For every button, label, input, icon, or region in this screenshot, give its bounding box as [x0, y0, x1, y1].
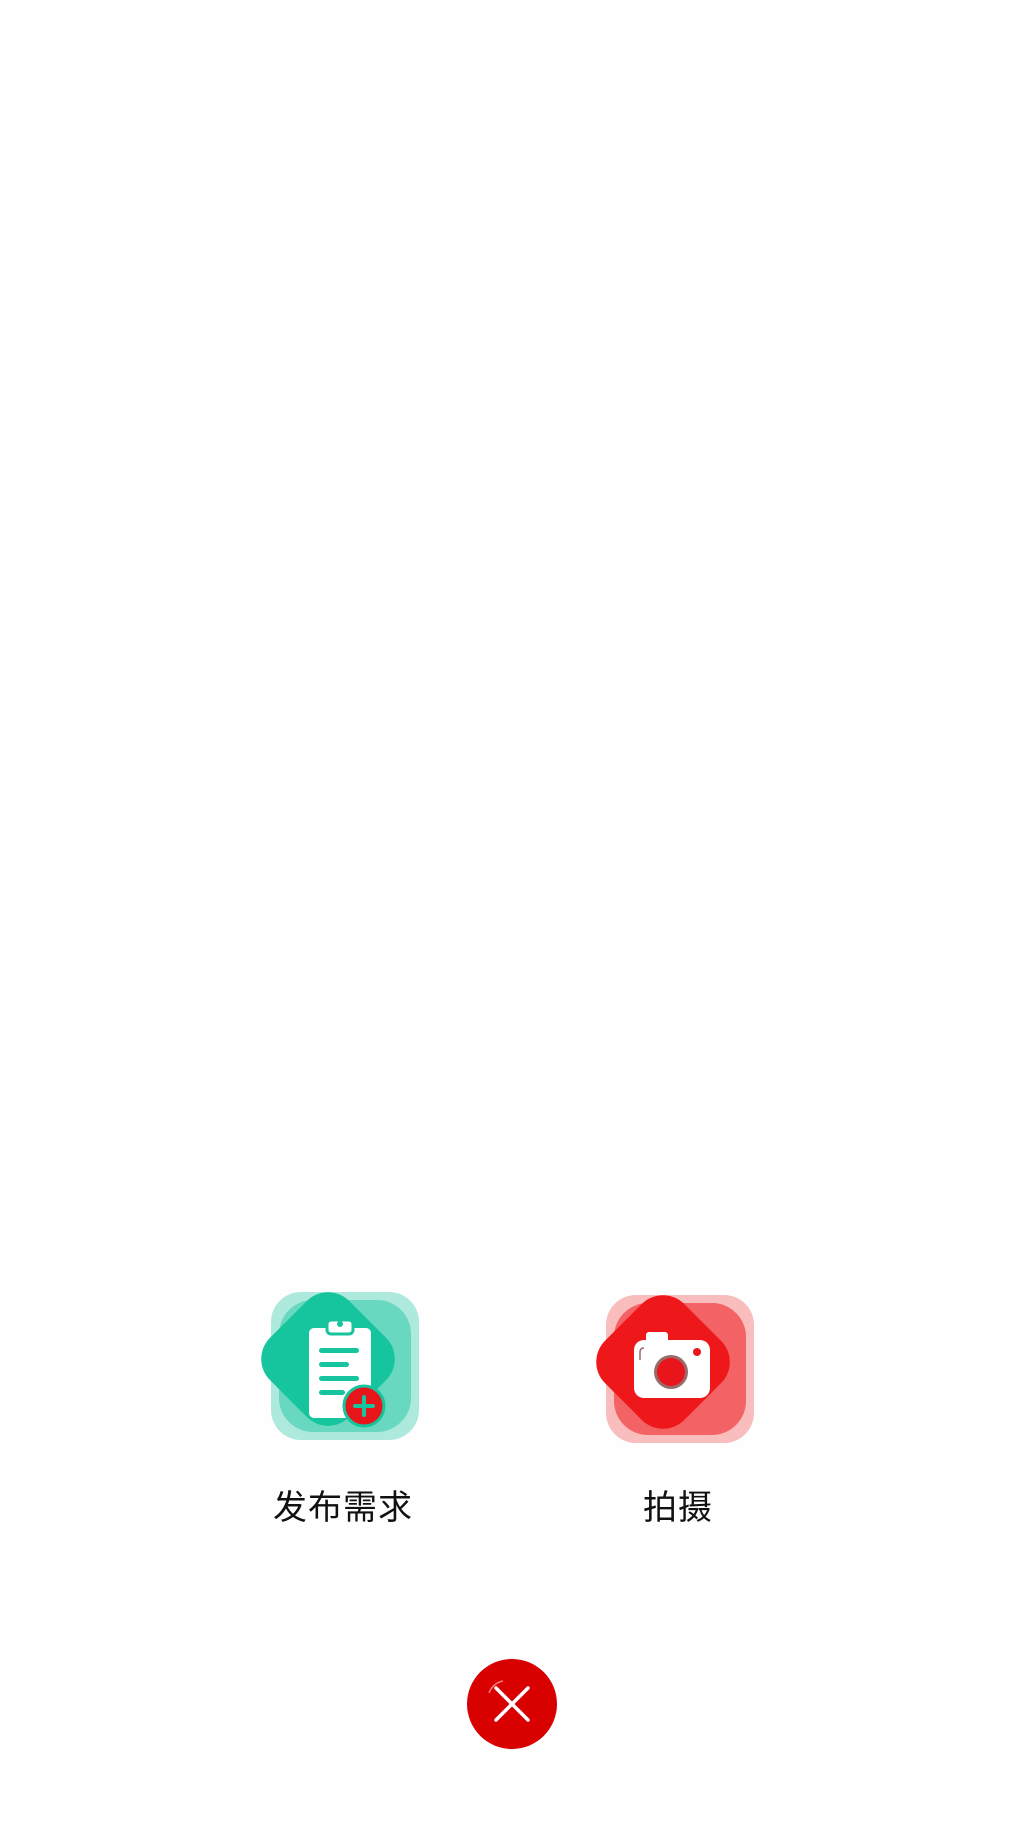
- shoot-label: 拍摄: [643, 1488, 713, 1528]
- publish-requirement-tile: [253, 1284, 433, 1464]
- close-icon: [488, 1680, 530, 1722]
- shoot-button[interactable]: 拍摄: [588, 1284, 768, 1528]
- publish-requirement-button[interactable]: 发布需求: [253, 1284, 433, 1528]
- camera-icon: [634, 1332, 710, 1398]
- publish-menu-screen: 发布需求 拍摄: [0, 0, 1024, 1821]
- close-button[interactable]: [467, 1659, 557, 1749]
- shoot-tile: [588, 1284, 768, 1464]
- publish-requirement-label: 发布需求: [273, 1488, 413, 1528]
